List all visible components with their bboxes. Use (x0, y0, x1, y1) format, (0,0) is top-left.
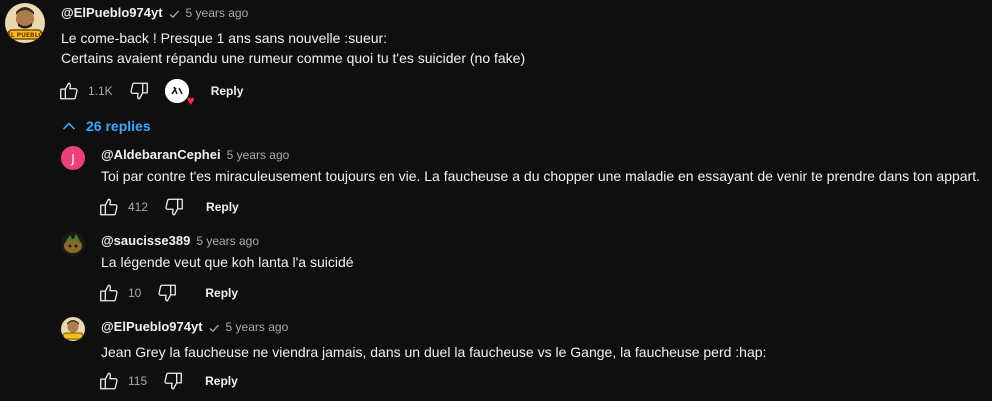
reply-button[interactable]: Reply (205, 286, 238, 300)
author-name[interactable]: @AldebaranCephei (101, 147, 221, 162)
like-icon[interactable] (97, 281, 121, 305)
avatar[interactable] (61, 232, 85, 256)
chevron-up-icon (62, 122, 76, 130)
action-bar: 1.1K ♥ Reply (57, 79, 244, 107)
avatar[interactable] (61, 317, 85, 341)
creator-avatar-icon (164, 79, 189, 103)
avatar[interactable]: EL PUEBLO (5, 3, 45, 43)
like-count: 115 (128, 374, 148, 388)
comment-text-line-2: Certains avaient répandu une rumeur comm… (61, 50, 526, 66)
reply-button[interactable]: Reply (211, 84, 244, 98)
action-bar: 115 Reply (97, 369, 238, 393)
like-count: 412 (128, 200, 149, 214)
timestamp[interactable]: 5 years ago (226, 320, 289, 334)
check-icon (208, 321, 220, 333)
like-icon[interactable] (97, 195, 121, 219)
author-line: @ElPueblo974yt 5 years ago (101, 319, 288, 334)
timestamp[interactable]: 5 years ago (227, 148, 290, 162)
author-name[interactable]: @ElPueblo974yt (101, 319, 203, 334)
replies-count-label: 26 replies (86, 118, 151, 134)
svg-text:EL PUEBLO: EL PUEBLO (7, 32, 44, 39)
avatar-letter: J (70, 152, 75, 166)
like-count: 10 (128, 286, 142, 300)
action-bar: 10 Reply (97, 281, 238, 305)
dislike-icon[interactable] (161, 369, 185, 393)
dislike-icon[interactable] (155, 281, 179, 305)
replies-toggle-button[interactable]: 26 replies (62, 116, 151, 136)
comment-text: Jean Grey la faucheuse ne viendra jamais… (101, 344, 767, 360)
dislike-icon[interactable] (162, 195, 186, 219)
comment-text: La légende veut que koh lanta l'a suicid… (101, 254, 354, 270)
author-line: @AldebaranCephei 5 years ago (101, 147, 289, 162)
comment-text-line-1: Le come-back ! Presque 1 ans sans nouvel… (61, 30, 388, 46)
like-icon[interactable] (97, 369, 121, 393)
avatar[interactable]: J (61, 146, 85, 170)
author-name[interactable]: @ElPueblo974yt (61, 5, 163, 20)
reply-button[interactable]: Reply (205, 374, 238, 388)
heart-icon: ♥ (186, 93, 195, 108)
timestamp[interactable]: 5 years ago (196, 234, 259, 248)
reply-button[interactable]: Reply (206, 200, 239, 214)
author-name[interactable]: @saucisse389 (101, 233, 190, 248)
like-count: 1.1K (88, 84, 113, 98)
creator-heart-badge: ♥ (164, 79, 195, 107)
author-line: @saucisse389 5 years ago (101, 233, 259, 248)
check-icon (168, 7, 180, 19)
author-line: @ElPueblo974yt 5 years ago (61, 5, 248, 20)
timestamp[interactable]: 5 years ago (186, 6, 249, 20)
action-bar: 412 Reply (97, 195, 239, 219)
comment-text: Toi par contre t'es miraculeusement touj… (101, 168, 980, 184)
dislike-icon[interactable] (127, 79, 151, 103)
like-icon[interactable] (57, 79, 81, 103)
